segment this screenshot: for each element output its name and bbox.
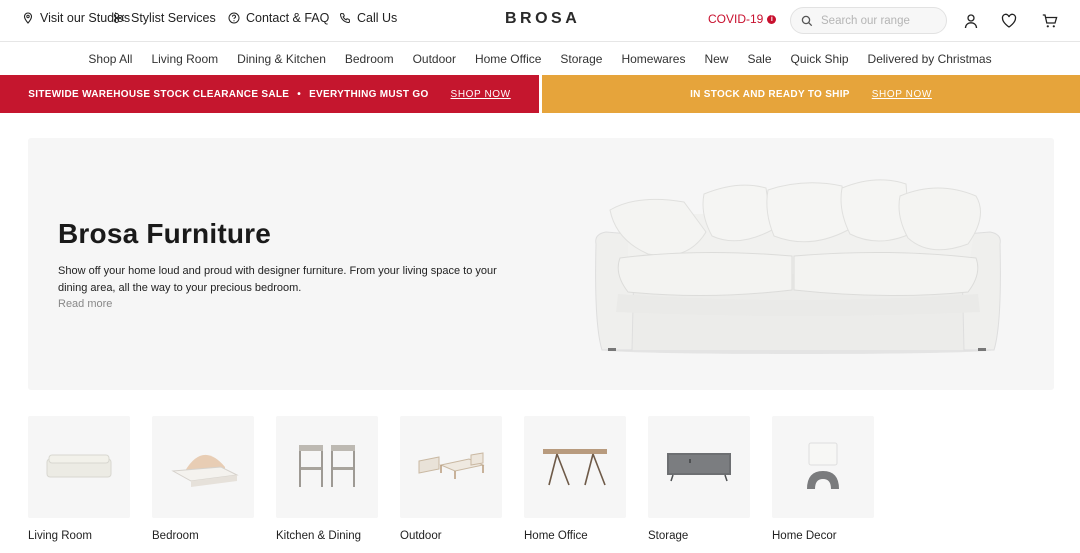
stylist-services-label: Stylist Services — [131, 11, 216, 25]
category-label: Bedroom — [152, 530, 199, 542]
nav-dining-kitchen[interactable]: Dining & Kitchen — [237, 52, 326, 66]
covid-label: COVID-19 — [708, 12, 764, 26]
in-stock-text: IN STOCK AND READY TO SHIP — [690, 88, 850, 100]
stylist-icon — [114, 13, 125, 23]
stylist-services-link[interactable]: Stylist Services — [113, 11, 216, 25]
nav-shop-all[interactable]: Shop All — [88, 52, 132, 66]
brosa-logo[interactable]: BROSA — [505, 10, 580, 28]
outdoor-furniture-thumb — [418, 452, 485, 479]
phone-icon — [340, 12, 351, 23]
category-home-decor[interactable]: Home Decor — [772, 416, 874, 542]
nav-homewares[interactable]: Homewares — [621, 52, 685, 66]
category-bedroom[interactable]: Bedroom — [152, 416, 254, 542]
question-icon — [228, 12, 240, 24]
nav-living-room[interactable]: Living Room — [151, 52, 218, 66]
category-label: Home Decor — [772, 530, 837, 542]
sideboard-thumb — [667, 453, 731, 482]
sofa-thumb — [46, 454, 112, 478]
clearance-text: SITEWIDE WAREHOUSE STOCK CLEARANCE SALE — [28, 88, 290, 100]
category-kitchen-dining[interactable]: Kitchen & Dining — [276, 416, 378, 542]
info-icon: i — [767, 14, 777, 24]
outdoor-thumbnail — [400, 416, 502, 518]
home-decor-thumbnail — [772, 416, 874, 518]
search-icon — [801, 15, 813, 26]
category-outdoor[interactable]: Outdoor — [400, 416, 502, 542]
cart-icon[interactable] — [1042, 13, 1058, 29]
desk-thumb — [543, 449, 607, 486]
nav-new[interactable]: New — [704, 52, 728, 66]
contact-faq-label: Contact & FAQ — [246, 11, 330, 25]
heart-icon[interactable] — [1001, 13, 1017, 29]
bedroom-thumbnail — [152, 416, 254, 518]
contact-faq-link[interactable]: Contact & FAQ — [228, 11, 329, 25]
banner-bullet: • — [297, 88, 302, 100]
category-label: Outdoor — [400, 530, 442, 542]
in-stock-banner[interactable]: IN STOCK AND READY TO SHIP SHOP NOW — [542, 75, 1080, 113]
nav-delivered-by-christmas[interactable]: Delivered by Christmas — [868, 52, 992, 66]
category-label: Storage — [648, 530, 689, 542]
hero-description: Show off your home loud and proud with d… — [58, 265, 497, 294]
category-label: Kitchen & Dining — [276, 530, 362, 542]
living-room-thumbnail — [28, 416, 130, 518]
nav-quick-ship[interactable]: Quick Ship — [791, 52, 849, 66]
top-bar: Visit our Studios Stylist Services Conta… — [0, 0, 1080, 42]
category-storage[interactable]: Storage — [648, 416, 750, 542]
nav-sale[interactable]: Sale — [747, 52, 771, 66]
category-label: Living Room — [28, 530, 92, 542]
call-us-link[interactable]: Call Us — [339, 11, 397, 25]
sofa-image — [595, 179, 1001, 354]
category-home-office[interactable]: Home Office — [524, 416, 626, 542]
nav-outdoor[interactable]: Outdoor — [413, 52, 456, 66]
nav-storage[interactable]: Storage — [560, 52, 602, 66]
chairs-thumb — [299, 445, 355, 487]
clearance-shop-now-link[interactable]: SHOP NOW — [451, 89, 511, 100]
read-more-link[interactable]: Read more — [58, 298, 112, 310]
clearance-subtext: EVERYTHING MUST GO — [309, 88, 429, 100]
storage-thumbnail — [648, 416, 750, 518]
search-box[interactable] — [790, 7, 947, 34]
bed-thumb — [171, 454, 239, 487]
covid-link[interactable]: COVID-19 i — [708, 12, 777, 26]
hero-title: Brosa Furniture — [58, 218, 272, 249]
home-office-thumbnail — [524, 416, 626, 518]
category-living-room[interactable]: Living Room — [28, 416, 130, 542]
kitchen-dining-thumbnail — [276, 416, 378, 518]
nav-bedroom[interactable]: Bedroom — [345, 52, 394, 66]
location-pin-icon — [23, 12, 33, 24]
in-stock-shop-now-link[interactable]: SHOP NOW — [872, 89, 932, 100]
hero-section: Brosa Furniture Show off your home loud … — [28, 138, 1054, 390]
lamp-thumb — [807, 442, 839, 489]
call-us-label: Call Us — [357, 11, 398, 25]
user-icon[interactable] — [963, 13, 979, 29]
search-input[interactable] — [821, 14, 939, 27]
category-label: Home Office — [524, 530, 588, 542]
nav-home-office[interactable]: Home Office — [475, 52, 541, 66]
main-nav: Shop All Living Room Dining & Kitchen Be… — [0, 43, 1080, 75]
clearance-banner[interactable]: SITEWIDE WAREHOUSE STOCK CLEARANCE SALE … — [0, 75, 539, 113]
